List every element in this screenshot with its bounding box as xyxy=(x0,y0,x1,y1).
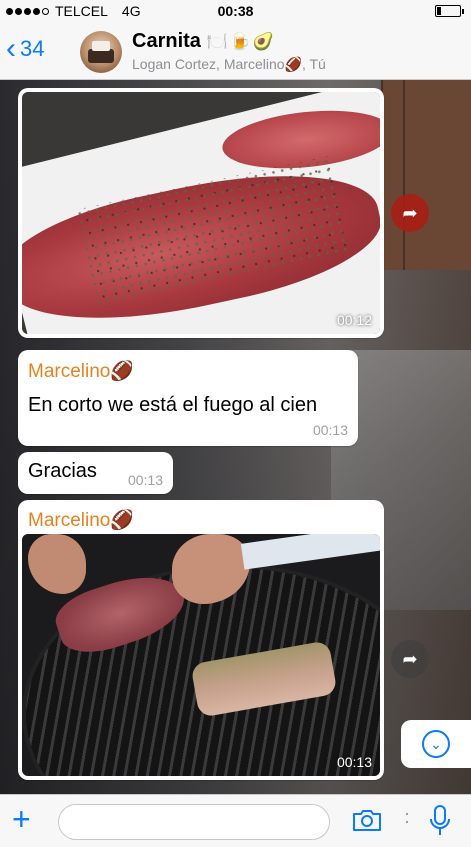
battery-level xyxy=(437,7,441,15)
wallpaper-cabinet xyxy=(381,80,471,270)
photo-hand-shape xyxy=(28,534,86,594)
chevron-left-icon: ‹ xyxy=(6,32,16,65)
message-sender[interactable]: Marcelino🏈 xyxy=(28,508,134,532)
forward-share-icon[interactable]: ➦ xyxy=(391,640,429,678)
chat-title-text: Carnita xyxy=(132,30,201,52)
forward-share-icon[interactable]: ➦ xyxy=(391,194,429,232)
photo-sleeve-shape xyxy=(240,534,380,570)
microphone-icon[interactable] xyxy=(428,804,452,838)
message-input[interactable] xyxy=(58,804,330,840)
message-sender[interactable]: Marcelino🏈 xyxy=(28,359,134,383)
message-text[interactable]: Marcelino🏈 En corto we está el fuego al … xyxy=(18,350,358,446)
message-time: 00:12 xyxy=(336,312,372,328)
battery-icon xyxy=(435,5,464,17)
status-time: 00:38 xyxy=(217,3,254,19)
chat-participants[interactable]: Logan Cortez, Marcelino🏈, Tú xyxy=(132,56,326,73)
chat-area[interactable]: 00:12 ➦ Marcelino🏈 En corto we está el f… xyxy=(0,80,471,794)
message-time: 00:13 xyxy=(312,422,348,438)
photo-meat-tray[interactable]: 00:12 xyxy=(22,92,380,334)
message-time: 00:13 xyxy=(336,754,372,770)
chat-title[interactable]: Carnita 🍽️🍺🥑 xyxy=(132,30,276,53)
message-body: Gracias xyxy=(28,460,97,482)
chat-title-emojis: 🍽️🍺🥑 xyxy=(206,32,276,51)
message-body: En corto we está el fuego al cien xyxy=(28,394,318,416)
message-text[interactable]: Gracias 00:13 xyxy=(18,452,173,494)
message-photo[interactable]: Marcelino🏈 00:13 xyxy=(18,500,384,780)
back-button[interactable]: ‹ 34 xyxy=(6,32,45,65)
status-bar: TELCEL 4G 00:38 xyxy=(0,0,471,22)
chevron-down-circle-icon: ⌄ xyxy=(422,730,450,758)
back-unread-count: 34 xyxy=(20,36,45,61)
message-input-bar: + · · xyxy=(0,794,471,847)
photo-grill[interactable]: 00:13 xyxy=(22,534,380,776)
more-dots-icon: · · xyxy=(404,803,410,831)
message-photo[interactable]: 00:12 xyxy=(18,88,384,338)
camera-icon[interactable] xyxy=(352,808,382,832)
message-time: 00:13 xyxy=(127,472,163,488)
group-avatar[interactable] xyxy=(80,31,122,73)
chat-header: ‹ 34 Carnita 🍽️🍺🥑 Logan Cortez, Marcelin… xyxy=(0,22,471,80)
plus-icon[interactable]: + xyxy=(12,803,31,835)
scroll-to-bottom-button[interactable]: ⌄ xyxy=(401,720,471,768)
